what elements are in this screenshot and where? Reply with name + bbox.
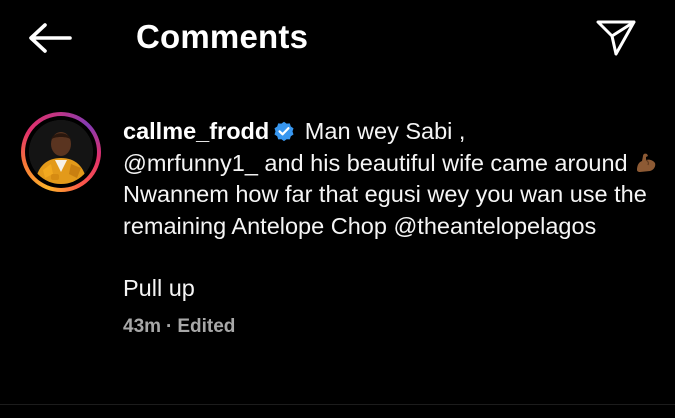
page-title: Comments xyxy=(136,18,309,55)
top-bar: Comments xyxy=(0,0,675,78)
comment-text: Man wey Sabi , xyxy=(298,118,466,144)
avatar xyxy=(29,120,93,184)
back-button[interactable] xyxy=(22,16,78,60)
mention-link[interactable]: @theantelopelagos xyxy=(393,213,596,239)
mention-link[interactable]: @mrfunny1_ xyxy=(123,150,258,176)
arrow-left-icon xyxy=(29,23,72,53)
edited-label: Edited xyxy=(177,315,236,337)
comment-text: and his beautiful wife came around xyxy=(257,149,635,176)
verified-badge-icon xyxy=(274,121,294,142)
profile-photo xyxy=(29,120,93,184)
comment-timestamp: 43m xyxy=(123,315,162,337)
share-button[interactable] xyxy=(588,14,644,62)
avatar-story-ring[interactable] xyxy=(21,112,101,192)
comment-body: callme_frodd Man wey Sabi , @mrfunny1_ a… xyxy=(123,116,663,339)
divider xyxy=(0,404,675,405)
paper-plane-icon xyxy=(596,20,636,56)
comment-text: Pull up xyxy=(123,275,195,301)
comment-meta: 43m · Edited xyxy=(123,315,663,339)
meta-separator: · xyxy=(166,315,173,337)
comment-username[interactable]: callme_frodd xyxy=(123,118,269,144)
flexed-biceps-emoji xyxy=(637,153,656,172)
